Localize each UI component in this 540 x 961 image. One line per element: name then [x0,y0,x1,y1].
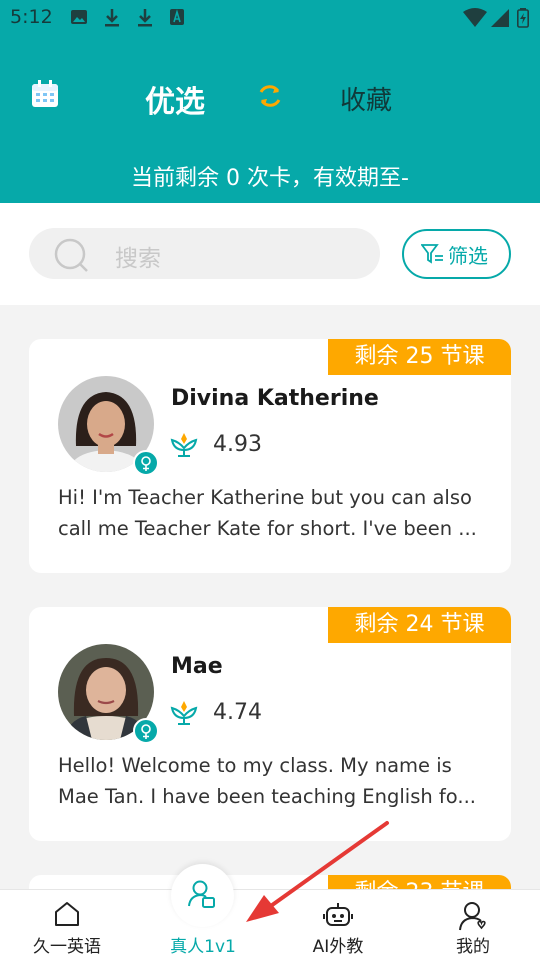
remaining-card-info: 当前剩余 0 次卡，有效期至- [131,166,409,191]
tab-youxuan[interactable]: 优选 [145,77,205,121]
filter-button[interactable]: 筛选 [402,229,511,279]
calendar-icon[interactable] [31,80,59,108]
image-icon [71,10,87,24]
teacher-rating: 4.74 [213,700,262,725]
status-time: 5:12 [10,6,53,28]
filter-icon [421,244,443,264]
refresh-icon[interactable] [256,82,284,110]
tab-profile[interactable]: 我的 [408,890,538,961]
teacher-name: Mae [171,654,223,679]
tab-label: AI外教 [312,937,364,957]
tab-label: 真人1v1 [170,937,236,957]
teacher-description-line: Hi! I'm Teacher Katherine but you can al… [58,486,472,509]
teacher-description-line: Hello! Welcome to my class. My name is [58,754,452,777]
filter-label: 筛选 [448,244,488,268]
remaining-lessons-badge: 剩余 24 节课 [328,607,511,643]
female-icon [133,718,159,744]
teacher-description-line: Mae Tan. I have been teaching English fo… [58,785,476,808]
wifi-icon [463,8,487,27]
tab-ai-tutor[interactable]: AI外教 [273,890,403,961]
teacher-icon [188,880,215,908]
female-icon [133,450,159,476]
signal-icon [491,9,509,27]
teacher-description: Hello! Welcome to my class. My name is M… [58,750,488,812]
robot-icon [323,903,353,926]
flower-rating-icon [170,701,198,725]
tab-label: 我的 [456,937,490,957]
search-placeholder: 搜索 [115,246,161,272]
tab-home[interactable]: 久一英语 [2,890,132,961]
tab-label: 久一英语 [33,937,101,957]
tab-shoucang[interactable]: 收藏 [340,80,392,117]
bottom-tab-bar: 久一英语 真人1v1 AI外教 我的 [0,889,540,961]
download-icon [138,9,152,27]
status-bar: 5:12 [0,0,540,36]
tab-1v1-bubble[interactable] [171,864,234,927]
flower-rating-icon [170,433,198,457]
home-icon [55,902,79,926]
search-area: 搜索 筛选 [0,203,540,305]
battery-icon [517,8,529,28]
teacher-card[interactable]: 剩余 25 节课 Divina Katherine 4.93 Hi! I'm T… [29,339,511,573]
search-input[interactable]: 搜索 [29,228,380,279]
teacher-description-line: call me Teacher Kate for short. I've bee… [58,517,477,540]
download-icon [105,9,119,27]
font-app-icon [170,9,184,25]
header: 优选 收藏 当前剩余 0 次卡，有效期至- [0,36,540,203]
teacher-card[interactable]: 剩余 24 节课 Mae 4.74 Hello! Welcome to my c… [29,607,511,841]
teacher-rating: 4.93 [213,432,262,457]
teacher-name: Divina Katherine [171,386,379,411]
remaining-lessons-badge: 剩余 25 节课 [328,339,511,375]
search-icon [54,238,88,272]
teacher-description: Hi! I'm Teacher Katherine but you can al… [58,482,488,544]
profile-icon [459,902,486,931]
